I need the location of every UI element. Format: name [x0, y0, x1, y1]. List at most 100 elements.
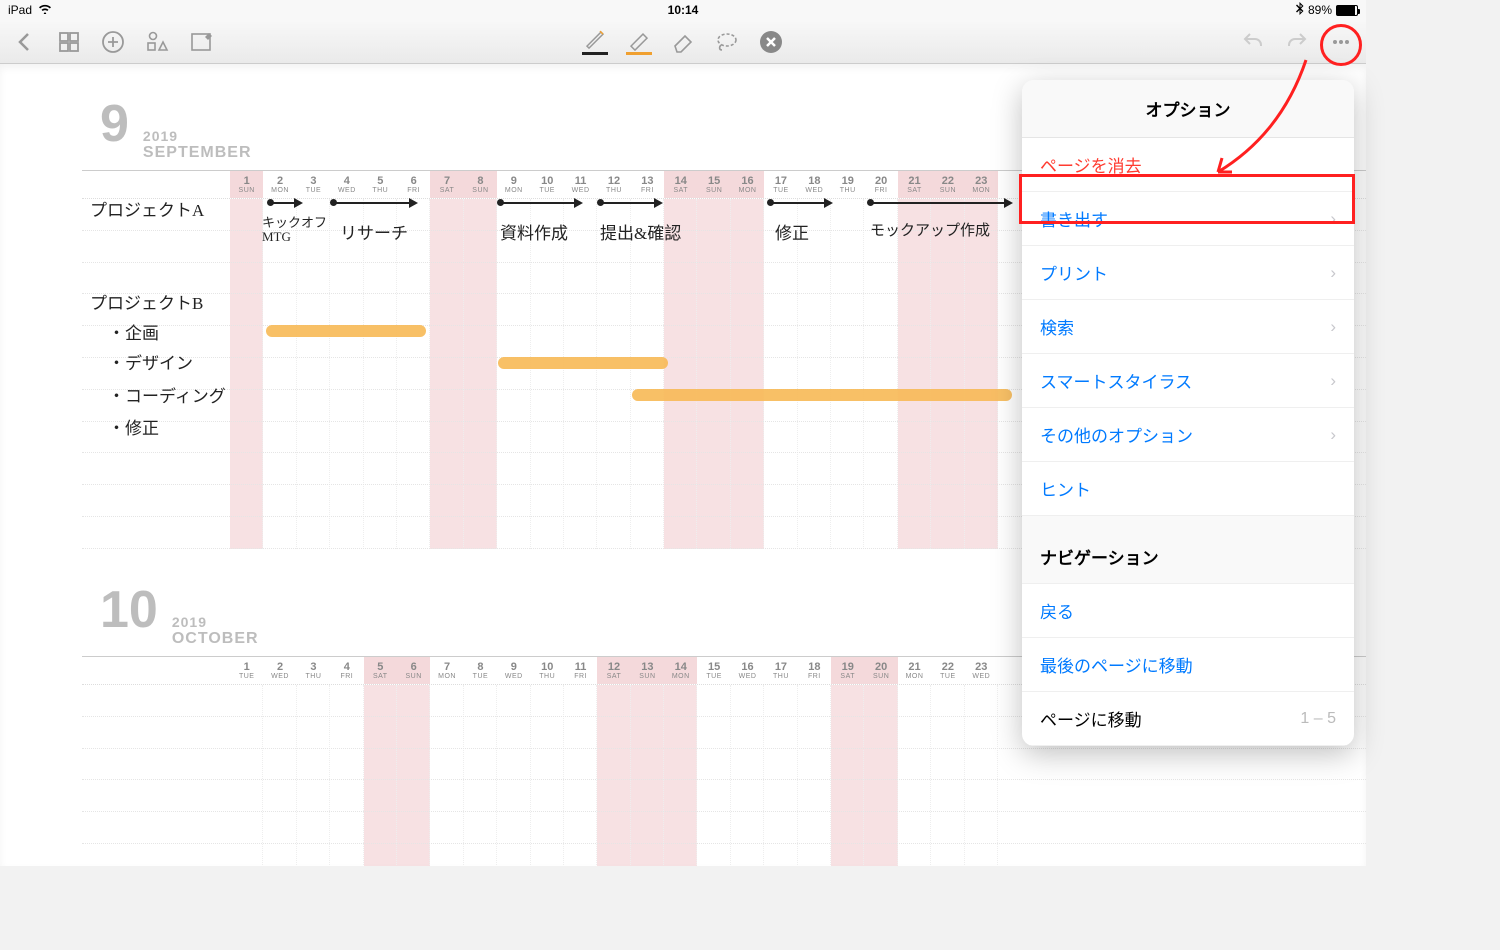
note-task-a6: モックアップ作成	[870, 219, 990, 240]
text-box-button[interactable]	[188, 29, 214, 55]
day-header: 21SAT	[898, 171, 931, 198]
day-header: 9MON	[497, 171, 530, 198]
day-header: 22TUE	[931, 657, 964, 684]
note-b1: ・企画	[108, 319, 159, 344]
redo-button[interactable]	[1284, 29, 1310, 55]
app-toolbar	[0, 20, 1366, 64]
day-header: 11WED	[564, 171, 597, 198]
day-header: 17TUE	[764, 171, 797, 198]
day-header: 5SAT	[364, 657, 397, 684]
day-header: 14SAT	[664, 171, 697, 198]
arrow-task-a1	[270, 202, 300, 204]
month-year: 2019	[143, 128, 252, 144]
day-header: 1TUE	[230, 657, 263, 684]
day-header: 15SUN	[697, 171, 730, 198]
page-range: 1 – 5	[1300, 710, 1336, 728]
option-スマートスタイラス[interactable]: スマートスタイラス›	[1022, 354, 1354, 408]
day-header: 11FRI	[564, 657, 597, 684]
nav-戻る[interactable]: 戻る	[1022, 584, 1354, 638]
day-header: 17THU	[764, 657, 797, 684]
chevron-right-icon: ›	[1330, 371, 1336, 391]
note-task-a1: キックオフ MTG	[262, 216, 327, 245]
note-task-a5: 修正	[775, 219, 809, 244]
day-header: 23MON	[965, 171, 998, 198]
undo-button[interactable]	[1240, 29, 1266, 55]
day-header: 8SUN	[464, 171, 497, 198]
add-page-button[interactable]	[100, 29, 126, 55]
highlight-b1	[266, 325, 426, 337]
battery-icon	[1336, 5, 1358, 16]
day-header: 18FRI	[798, 657, 831, 684]
option-プリント[interactable]: プリント›	[1022, 246, 1354, 300]
shapes-button[interactable]	[144, 29, 170, 55]
eraser-tool[interactable]	[670, 29, 696, 55]
arrow-task-a5	[770, 202, 830, 204]
close-tool[interactable]	[758, 29, 784, 55]
device-label: iPad	[8, 3, 32, 17]
option-検索[interactable]: 検索›	[1022, 300, 1354, 354]
day-header: 20SUN	[864, 657, 897, 684]
lasso-tool[interactable]	[714, 29, 740, 55]
day-header: 6SUN	[397, 657, 430, 684]
popover-title: オプション	[1022, 80, 1354, 138]
option-ヒント[interactable]: ヒント	[1022, 462, 1354, 516]
day-header: 8TUE	[464, 657, 497, 684]
option-ページを消去[interactable]: ページを消去	[1022, 138, 1354, 192]
day-header: 9WED	[497, 657, 530, 684]
day-header: 7SAT	[430, 171, 463, 198]
day-header: 4FRI	[330, 657, 363, 684]
arrow-task-a2	[333, 202, 415, 204]
note-project-b: プロジェクトB	[90, 289, 203, 314]
day-header: 14MON	[664, 657, 697, 684]
nav-ページに移動[interactable]: ページに移動1 – 5	[1022, 692, 1354, 746]
day-header: 13FRI	[631, 171, 664, 198]
chevron-right-icon: ›	[1330, 209, 1336, 229]
month-name: OCTOBER	[172, 630, 259, 648]
nav-section-header: ナビゲーション	[1022, 516, 1354, 584]
options-popover: オプション ページを消去書き出す›プリント›検索›スマートスタイラス›その他のオ…	[1022, 80, 1354, 746]
day-header: 15TUE	[697, 657, 730, 684]
day-header: 7MON	[430, 657, 463, 684]
day-header: 4WED	[330, 171, 363, 198]
note-project-a: プロジェクトA	[90, 196, 204, 221]
day-header: 2WED	[263, 657, 296, 684]
option-書き出す[interactable]: 書き出す›	[1022, 192, 1354, 246]
note-b2: ・デザイン	[108, 349, 193, 374]
day-header: 12SAT	[597, 657, 630, 684]
pen-tool[interactable]	[582, 29, 608, 55]
arrow-task-a6	[870, 202, 1010, 204]
chevron-right-icon: ›	[1330, 263, 1336, 283]
day-header: 23WED	[965, 657, 998, 684]
day-header: 16WED	[731, 657, 764, 684]
note-b3: ・コーディング	[108, 382, 226, 407]
month-number: 9	[100, 94, 129, 154]
day-header: 19SAT	[831, 657, 864, 684]
wifi-icon	[38, 3, 52, 17]
note-task-a3: 資料作成	[500, 219, 568, 244]
day-header: 13SUN	[631, 657, 664, 684]
chevron-right-icon: ›	[1330, 425, 1336, 445]
bluetooth-icon	[1296, 2, 1304, 18]
month-year: 2019	[172, 614, 259, 630]
chevron-right-icon: ›	[1330, 317, 1336, 337]
day-header: 2MON	[263, 171, 296, 198]
nav-最後のページに移動[interactable]: 最後のページに移動	[1022, 638, 1354, 692]
day-header: 12THU	[597, 171, 630, 198]
day-header: 22SUN	[931, 171, 964, 198]
highlight-b2	[498, 357, 668, 369]
note-b4: ・修正	[108, 414, 159, 439]
grid-view-button[interactable]	[56, 29, 82, 55]
battery-pct: 89%	[1308, 3, 1332, 17]
day-header: 18WED	[798, 171, 831, 198]
highlighter-tool[interactable]	[626, 29, 652, 55]
arrow-task-a3	[500, 202, 580, 204]
more-options-button[interactable]	[1328, 29, 1354, 55]
day-header: 10TUE	[531, 171, 564, 198]
day-header: 1SUN	[230, 171, 263, 198]
back-button[interactable]	[12, 29, 38, 55]
day-header: 3TUE	[297, 171, 330, 198]
highlight-b3	[632, 389, 1012, 401]
status-bar: iPad 10:14 89%	[0, 0, 1366, 20]
day-header: 6FRI	[397, 171, 430, 198]
option-その他のオプション[interactable]: その他のオプション›	[1022, 408, 1354, 462]
